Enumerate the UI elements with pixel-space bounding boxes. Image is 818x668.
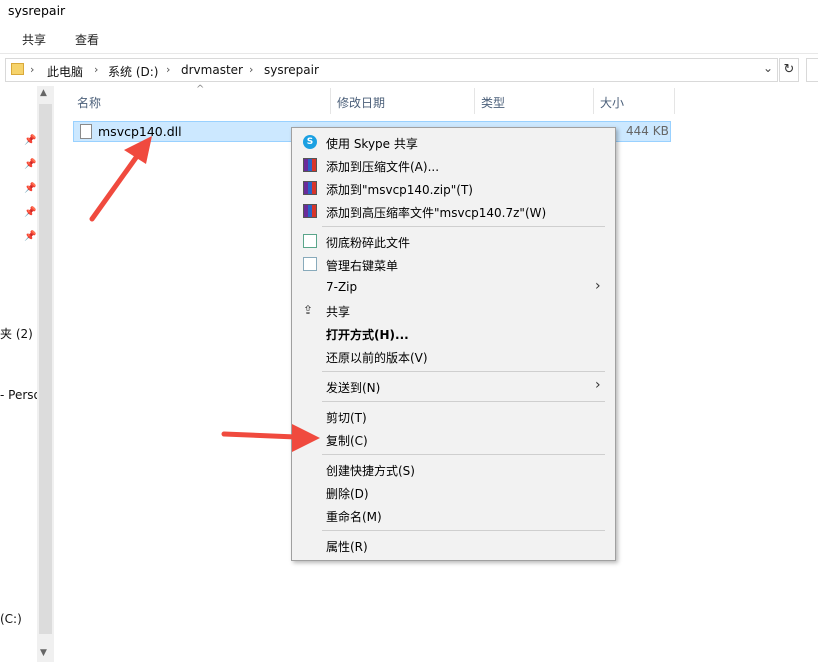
annotation-arrows (89, 136, 320, 452)
annotation-arrow-to-file (89, 136, 152, 222)
annotation-arrow-to-copy (221, 424, 320, 452)
